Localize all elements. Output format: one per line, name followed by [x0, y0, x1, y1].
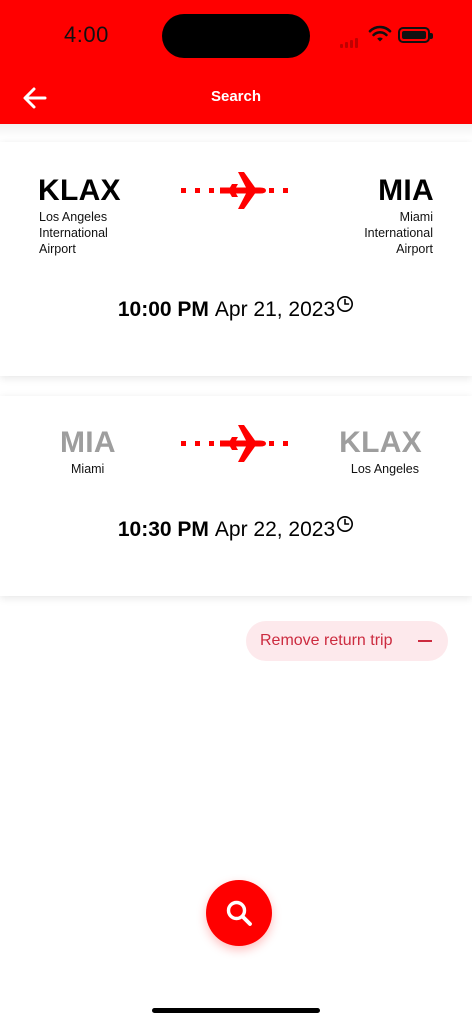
return-origin-name: Miami [71, 462, 105, 476]
destination-code[interactable]: MIA [378, 174, 434, 208]
return-origin-code[interactable]: MIA [60, 426, 116, 460]
return-datetime[interactable]: 10:30 PM Apr 22, 2023 [0, 516, 472, 542]
remove-return-trip-label: Remove return trip [260, 632, 393, 649]
destination-name-line: Miami [399, 210, 433, 224]
destination-name: Miami International Airport [364, 209, 433, 257]
origin-name-line: International [39, 226, 108, 240]
header-shadow [0, 124, 472, 138]
flight-path [180, 170, 292, 210]
clock-icon [337, 296, 354, 312]
clock-icon [337, 516, 354, 532]
dynamic-island [162, 14, 310, 58]
return-date: Apr 22, 2023 [214, 518, 336, 541]
cellular-signal-icon [340, 38, 358, 48]
wifi-icon [368, 25, 392, 42]
origin-name-line: Los Angeles [39, 210, 108, 224]
app-header: 4:00 Search [0, 0, 472, 124]
origin-name-line: Airport [39, 242, 76, 256]
departure-date: Apr 21, 2023 [214, 298, 336, 321]
airplane-icon [181, 425, 288, 462]
outbound-flight-card[interactable]: KLAX Los Angeles International Airport M… [0, 142, 472, 376]
airplane-icon [181, 172, 288, 209]
destination-name-line: Airport [396, 242, 433, 256]
minus-icon [418, 640, 432, 642]
search-icon [226, 900, 252, 926]
origin-name: Los Angeles International Airport [39, 209, 108, 257]
departure-time: 10:00 PM [117, 298, 209, 321]
outbound-datetime[interactable]: 10:00 PM Apr 21, 2023 [0, 296, 472, 322]
return-destination-code[interactable]: KLAX [339, 426, 422, 460]
origin-code[interactable]: KLAX [38, 174, 121, 208]
return-flight-path [180, 423, 292, 463]
page-title: Search [210, 88, 262, 105]
status-time: 4:00 [64, 22, 109, 47]
battery-icon [398, 27, 433, 43]
return-flight-card[interactable]: MIA Miami KLAX Los Angeles 10:30 PM Apr … [0, 396, 472, 596]
search-button[interactable] [206, 880, 272, 946]
destination-name-line: International [364, 226, 433, 240]
return-destination-name: Los Angeles [350, 462, 419, 476]
home-indicator[interactable] [152, 1008, 320, 1013]
search-screen: 4:00 Search KLAX Los Angeles Internation… [0, 0, 472, 1024]
remove-return-trip-button[interactable]: Remove return trip [246, 621, 448, 661]
return-time: 10:30 PM [117, 518, 209, 541]
